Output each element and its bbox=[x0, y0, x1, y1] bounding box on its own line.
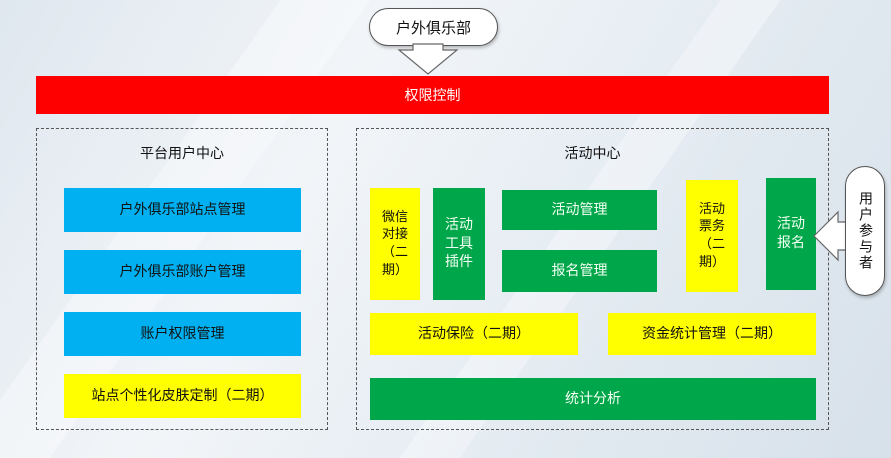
side-callout-label: 用户参与者 bbox=[857, 191, 873, 271]
statistics-analysis-label: 统计分析 bbox=[565, 390, 621, 407]
activity-ticketing-box: 活动 票务 （二 期） bbox=[686, 180, 738, 292]
permission-control-bar: 权限控制 bbox=[36, 76, 829, 114]
skin-customization-label: 站点个性化皮肤定制（二期） bbox=[91, 387, 274, 404]
site-management-box: 户外俱乐部站点管理 bbox=[64, 188, 301, 232]
account-management-label: 户外俱乐部账户管理 bbox=[119, 263, 246, 280]
wechat-integration-box: 微信 对接 （二 期） bbox=[370, 188, 420, 300]
platform-user-center-title: 平台用户中心 bbox=[140, 146, 224, 162]
activity-management-label: 活动管理 bbox=[551, 201, 608, 218]
activity-plugin-box: 活动 工具 插件 bbox=[433, 188, 485, 300]
side-callout: 用户参与者 bbox=[845, 166, 885, 296]
top-callout: 户外俱乐部 bbox=[369, 8, 498, 46]
down-arrow-icon bbox=[397, 43, 459, 75]
activity-signup-box: 活动 报名 bbox=[766, 178, 816, 290]
permission-control-label: 权限控制 bbox=[404, 88, 461, 104]
signup-management-box: 报名管理 bbox=[502, 250, 657, 292]
activity-insurance-box: 活动保险（二期） bbox=[370, 313, 578, 355]
activity-insurance-label: 活动保险（二期） bbox=[418, 325, 530, 342]
finance-statistics-box: 资金统计管理（二期） bbox=[608, 313, 816, 355]
finance-statistics-label: 资金统计管理（二期） bbox=[642, 325, 782, 342]
account-permission-box: 账户权限管理 bbox=[64, 312, 301, 356]
activity-management-box: 活动管理 bbox=[502, 190, 657, 230]
activity-center-title: 活动中心 bbox=[564, 146, 621, 162]
signup-management-label: 报名管理 bbox=[551, 262, 608, 279]
account-management-box: 户外俱乐部账户管理 bbox=[64, 250, 301, 294]
skin-customization-box: 站点个性化皮肤定制（二期） bbox=[64, 374, 301, 418]
site-management-label: 户外俱乐部站点管理 bbox=[119, 201, 246, 218]
top-callout-label: 户外俱乐部 bbox=[395, 18, 471, 37]
statistics-analysis-box: 统计分析 bbox=[370, 378, 816, 420]
account-permission-label: 账户权限管理 bbox=[140, 325, 225, 342]
